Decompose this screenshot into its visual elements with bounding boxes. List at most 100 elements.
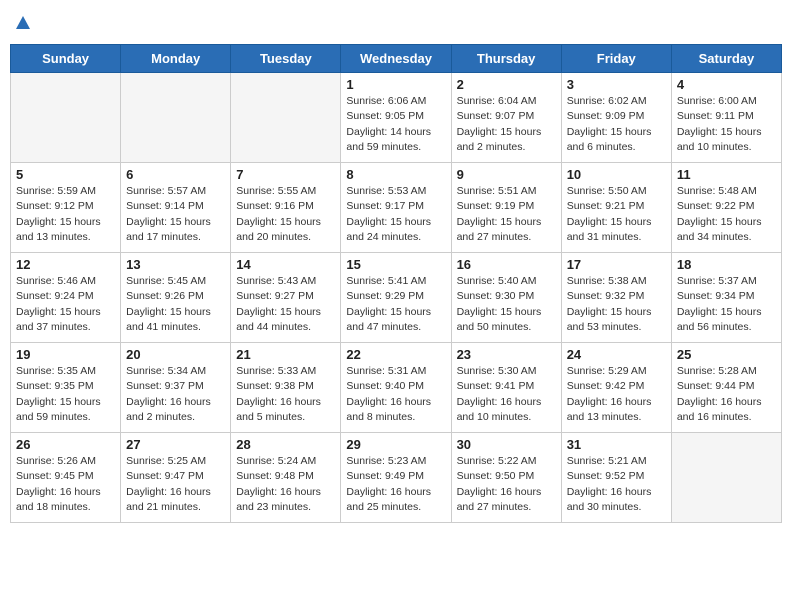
- calendar-week-row: 26Sunrise: 5:26 AM Sunset: 9:45 PM Dayli…: [11, 433, 782, 523]
- day-info: Sunrise: 5:43 AM Sunset: 9:27 PM Dayligh…: [236, 274, 335, 335]
- day-number: 12: [16, 257, 115, 272]
- day-number: 10: [567, 167, 666, 182]
- calendar-day-cell: 1 Sunrise: 6:06 AM Sunset: 9:05 PM Daylig…: [341, 73, 451, 163]
- calendar-day-cell: 5Sunrise: 5:59 AM Sunset: 9:12 PM Daylig…: [11, 163, 121, 253]
- calendar-day-cell: 3 Sunrise: 6:02 AM Sunset: 9:09 PM Daylig…: [561, 73, 671, 163]
- day-number: 13: [126, 257, 225, 272]
- day-number: 31: [567, 437, 666, 452]
- day-info: Sunrise: 6:00 AM Sunset: 9:11 PM Dayligh…: [677, 94, 776, 155]
- day-number: 29: [346, 437, 445, 452]
- day-number: 28: [236, 437, 335, 452]
- day-info: Sunrise: 5:23 AM Sunset: 9:49 PM Dayligh…: [346, 454, 445, 515]
- day-info: Sunrise: 5:46 AM Sunset: 9:24 PM Dayligh…: [16, 274, 115, 335]
- day-number: 23: [457, 347, 556, 362]
- calendar-day-cell: 17Sunrise: 5:38 AM Sunset: 9:32 PM Dayli…: [561, 253, 671, 343]
- day-of-week-header: Tuesday: [231, 45, 341, 73]
- day-info: Sunrise: 5:37 AM Sunset: 9:34 PM Dayligh…: [677, 274, 776, 335]
- page-header: [10, 10, 782, 36]
- calendar-day-cell: 19 Sunrise: 5:35 AM Sunset: 9:35 PM Dayli…: [11, 343, 121, 433]
- day-number: 30: [457, 437, 556, 452]
- calendar-table: SundayMondayTuesdayWednesdayThursdayFrid…: [10, 44, 782, 523]
- day-info: Sunrise: 5:35 AM Sunset: 9:35 PM Dayligh…: [16, 364, 115, 425]
- day-number: 7: [236, 167, 335, 182]
- calendar-week-row: 5Sunrise: 5:59 AM Sunset: 9:12 PM Daylig…: [11, 163, 782, 253]
- calendar-day-cell: 22 Sunrise: 5:31 AM Sunset: 9:40 PM Dayli…: [341, 343, 451, 433]
- day-info: Sunrise: 5:55 AM Sunset: 9:16 PM Dayligh…: [236, 184, 335, 245]
- day-of-week-header: Thursday: [451, 45, 561, 73]
- day-number: 4: [677, 77, 776, 92]
- day-number: 22: [346, 347, 445, 362]
- day-number: 16: [457, 257, 556, 272]
- calendar-day-cell: 28 Sunrise: 5:24 AM Sunset: 9:48 PM Dayli…: [231, 433, 341, 523]
- day-info: Sunrise: 6:04 AM Sunset: 9:07 PM Dayligh…: [457, 94, 556, 155]
- day-number: 15: [346, 257, 445, 272]
- day-info: Sunrise: 5:21 AM Sunset: 9:52 PM Dayligh…: [567, 454, 666, 515]
- calendar-week-row: 12 Sunrise: 5:46 AM Sunset: 9:24 PM Dayli…: [11, 253, 782, 343]
- day-number: 20: [126, 347, 225, 362]
- day-info: Sunrise: 5:53 AM Sunset: 9:17 PM Dayligh…: [346, 184, 445, 245]
- calendar-day-cell: 6Sunrise: 5:57 AM Sunset: 9:14 PM Daylig…: [121, 163, 231, 253]
- day-info: Sunrise: 5:48 AM Sunset: 9:22 PM Dayligh…: [677, 184, 776, 245]
- day-info: Sunrise: 5:31 AM Sunset: 9:40 PM Dayligh…: [346, 364, 445, 425]
- day-info: Sunrise: 5:45 AM Sunset: 9:26 PM Dayligh…: [126, 274, 225, 335]
- calendar-day-cell: 10Sunrise: 5:50 AM Sunset: 9:21 PM Dayli…: [561, 163, 671, 253]
- calendar-day-cell: 25 Sunrise: 5:28 AM Sunset: 9:44 PM Dayli…: [671, 343, 781, 433]
- day-info: Sunrise: 5:51 AM Sunset: 9:19 PM Dayligh…: [457, 184, 556, 245]
- day-number: 26: [16, 437, 115, 452]
- calendar-week-row: 1 Sunrise: 6:06 AM Sunset: 9:05 PM Daylig…: [11, 73, 782, 163]
- day-of-week-header: Saturday: [671, 45, 781, 73]
- day-info: Sunrise: 6:02 AM Sunset: 9:09 PM Dayligh…: [567, 94, 666, 155]
- day-info: Sunrise: 5:22 AM Sunset: 9:50 PM Dayligh…: [457, 454, 556, 515]
- calendar-day-cell: 20 Sunrise: 5:34 AM Sunset: 9:37 PM Dayli…: [121, 343, 231, 433]
- day-number: 14: [236, 257, 335, 272]
- day-number: 21: [236, 347, 335, 362]
- calendar-day-cell: 2 Sunrise: 6:04 AM Sunset: 9:07 PM Daylig…: [451, 73, 561, 163]
- day-of-week-header: Friday: [561, 45, 671, 73]
- day-info: Sunrise: 5:29 AM Sunset: 9:42 PM Dayligh…: [567, 364, 666, 425]
- logo-triangle-icon: [15, 15, 31, 36]
- day-number: 2: [457, 77, 556, 92]
- calendar-day-cell: [671, 433, 781, 523]
- logo: [14, 10, 31, 36]
- day-of-week-header: Wednesday: [341, 45, 451, 73]
- calendar-day-cell: [231, 73, 341, 163]
- calendar-day-cell: 4 Sunrise: 6:00 AM Sunset: 9:11 PM Daylig…: [671, 73, 781, 163]
- day-info: Sunrise: 5:34 AM Sunset: 9:37 PM Dayligh…: [126, 364, 225, 425]
- day-info: Sunrise: 6:06 AM Sunset: 9:05 PM Dayligh…: [346, 94, 445, 155]
- day-info: Sunrise: 5:40 AM Sunset: 9:30 PM Dayligh…: [457, 274, 556, 335]
- calendar-day-cell: [121, 73, 231, 163]
- day-number: 1: [346, 77, 445, 92]
- calendar-day-cell: 26Sunrise: 5:26 AM Sunset: 9:45 PM Dayli…: [11, 433, 121, 523]
- day-info: Sunrise: 5:59 AM Sunset: 9:12 PM Dayligh…: [16, 184, 115, 245]
- day-number: 18: [677, 257, 776, 272]
- day-number: 8: [346, 167, 445, 182]
- calendar-day-cell: [11, 73, 121, 163]
- calendar-day-cell: 18 Sunrise: 5:37 AM Sunset: 9:34 PM Dayli…: [671, 253, 781, 343]
- day-number: 25: [677, 347, 776, 362]
- calendar-day-cell: 27 Sunrise: 5:25 AM Sunset: 9:47 PM Dayli…: [121, 433, 231, 523]
- day-info: Sunrise: 5:57 AM Sunset: 9:14 PM Dayligh…: [126, 184, 225, 245]
- day-of-week-header: Sunday: [11, 45, 121, 73]
- day-info: Sunrise: 5:28 AM Sunset: 9:44 PM Dayligh…: [677, 364, 776, 425]
- calendar-day-cell: 9Sunrise: 5:51 AM Sunset: 9:19 PM Daylig…: [451, 163, 561, 253]
- calendar-day-cell: 7 Sunrise: 5:55 AM Sunset: 9:16 PM Daylig…: [231, 163, 341, 253]
- day-info: Sunrise: 5:38 AM Sunset: 9:32 PM Dayligh…: [567, 274, 666, 335]
- day-info: Sunrise: 5:33 AM Sunset: 9:38 PM Dayligh…: [236, 364, 335, 425]
- day-number: 11: [677, 167, 776, 182]
- day-number: 24: [567, 347, 666, 362]
- day-number: 19: [16, 347, 115, 362]
- day-info: Sunrise: 5:25 AM Sunset: 9:47 PM Dayligh…: [126, 454, 225, 515]
- day-number: 3: [567, 77, 666, 92]
- calendar-day-cell: 15 Sunrise: 5:41 AM Sunset: 9:29 PM Dayli…: [341, 253, 451, 343]
- calendar-day-cell: 14 Sunrise: 5:43 AM Sunset: 9:27 PM Dayli…: [231, 253, 341, 343]
- calendar-header-row: SundayMondayTuesdayWednesdayThursdayFrid…: [11, 45, 782, 73]
- calendar-day-cell: 29 Sunrise: 5:23 AM Sunset: 9:49 PM Dayli…: [341, 433, 451, 523]
- day-info: Sunrise: 5:41 AM Sunset: 9:29 PM Dayligh…: [346, 274, 445, 335]
- day-info: Sunrise: 5:30 AM Sunset: 9:41 PM Dayligh…: [457, 364, 556, 425]
- day-number: 27: [126, 437, 225, 452]
- day-info: Sunrise: 5:24 AM Sunset: 9:48 PM Dayligh…: [236, 454, 335, 515]
- calendar-day-cell: 11 Sunrise: 5:48 AM Sunset: 9:22 PM Dayli…: [671, 163, 781, 253]
- calendar-day-cell: 12 Sunrise: 5:46 AM Sunset: 9:24 PM Dayli…: [11, 253, 121, 343]
- calendar-day-cell: 24 Sunrise: 5:29 AM Sunset: 9:42 PM Dayli…: [561, 343, 671, 433]
- day-of-week-header: Monday: [121, 45, 231, 73]
